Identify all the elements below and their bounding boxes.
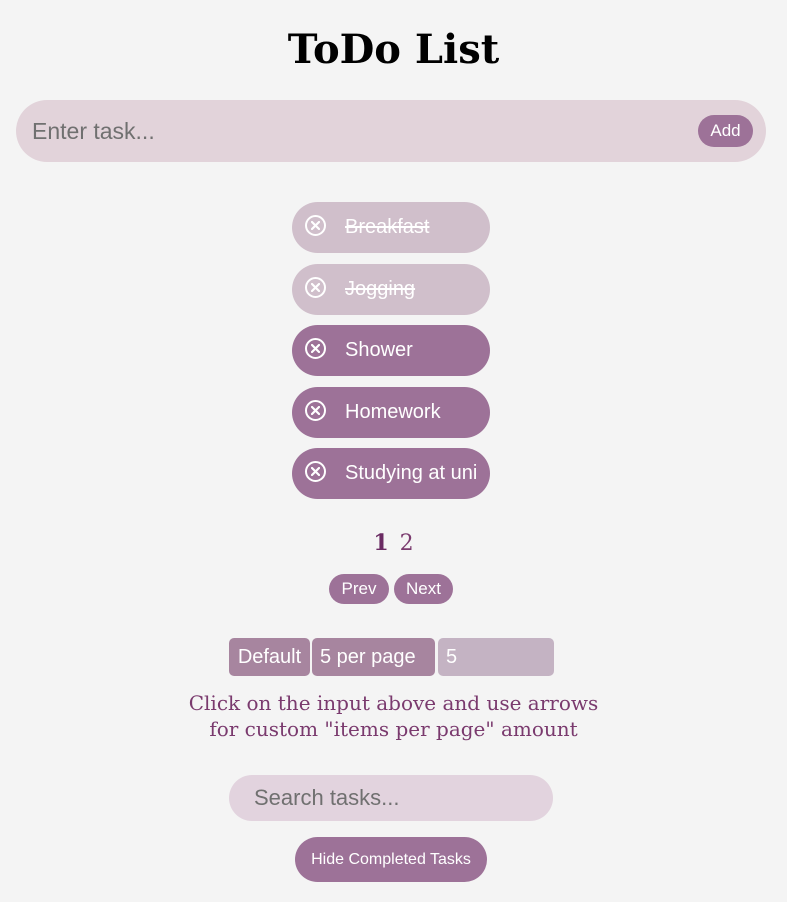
- search-input[interactable]: [254, 775, 544, 821]
- task-item[interactable]: Studying at uni: [292, 448, 490, 499]
- task-item[interactable]: Breakfast: [292, 202, 490, 253]
- per-page-number-input[interactable]: [438, 638, 554, 676]
- task-item[interactable]: Shower: [292, 325, 490, 376]
- page-number-2[interactable]: 2: [400, 531, 414, 556]
- task-label: Homework: [345, 400, 441, 423]
- per-page-select[interactable]: 5 per page: [312, 638, 435, 676]
- close-circle-icon[interactable]: [305, 215, 326, 236]
- task-label: Shower: [345, 339, 413, 361]
- next-page-button[interactable]: Next: [394, 574, 453, 604]
- add-task-button[interactable]: Add: [698, 115, 753, 147]
- default-per-page-button[interactable]: Default: [229, 638, 310, 676]
- todo-app: ToDo List Add Breakfast Jogging Shower H…: [0, 0, 787, 902]
- task-input-bar: Add: [16, 100, 766, 162]
- task-item[interactable]: Jogging: [292, 263, 490, 315]
- close-circle-icon[interactable]: [305, 338, 326, 359]
- search-bar: [229, 775, 553, 821]
- task-label: Breakfast: [345, 216, 430, 238]
- prev-page-button[interactable]: Prev: [329, 574, 389, 604]
- task-label: Jogging: [345, 277, 416, 300]
- page-numbers: 1 2: [0, 530, 787, 556]
- task-label: Studying at uni: [345, 462, 478, 484]
- page-number-1[interactable]: 1: [373, 530, 388, 556]
- task-item[interactable]: Homework: [292, 386, 490, 438]
- task-input[interactable]: [32, 100, 692, 162]
- hint-line-1: Click on the input above and use arrows: [188, 691, 599, 715]
- per-page-hint: Click on the input above and use arrows …: [0, 690, 787, 742]
- hint-line-2: for custom "items per page" amount: [209, 717, 578, 741]
- close-circle-icon[interactable]: [305, 461, 326, 482]
- close-circle-icon[interactable]: [305, 399, 326, 421]
- close-circle-icon[interactable]: [305, 276, 326, 298]
- hide-completed-button[interactable]: Hide Completed Tasks: [295, 837, 487, 882]
- task-list: Breakfast Jogging Shower Homework Studyi…: [292, 202, 490, 510]
- page-title: ToDo List: [287, 26, 500, 73]
